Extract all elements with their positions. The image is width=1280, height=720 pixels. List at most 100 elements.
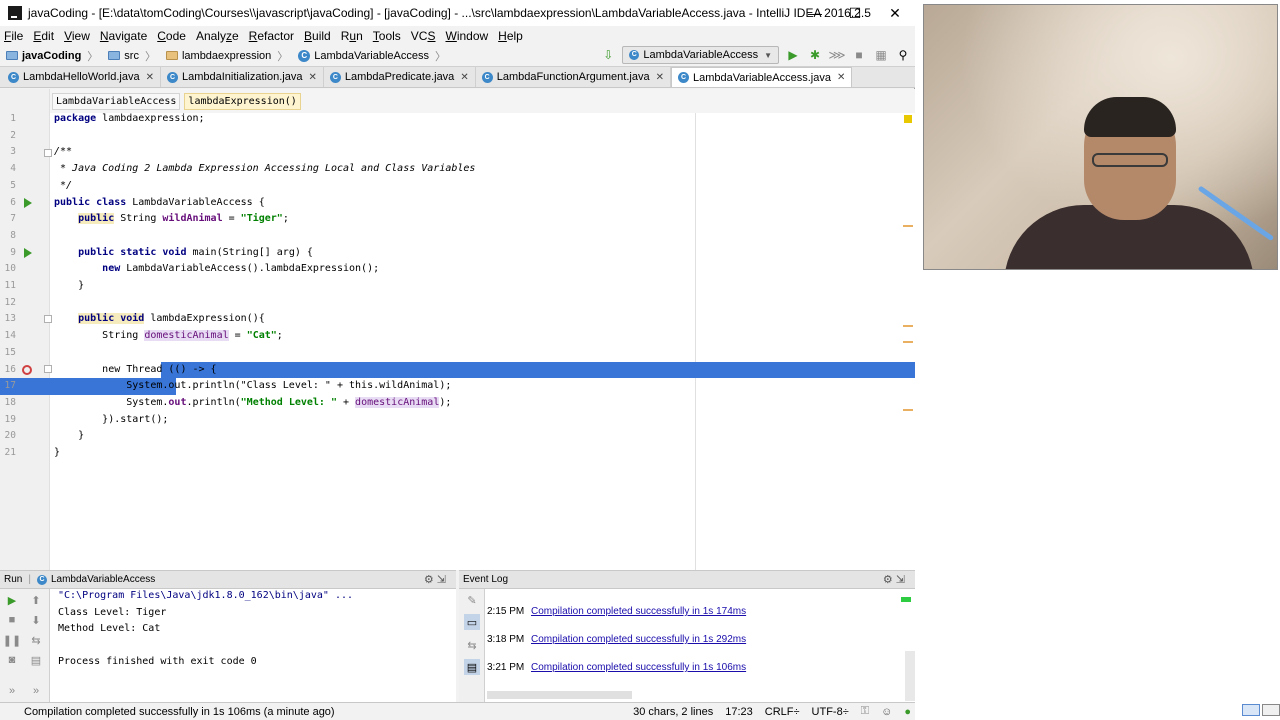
console-line: Class Level: Tiger: [58, 606, 167, 618]
event-log-icon[interactable]: ●: [904, 706, 911, 718]
menu-item[interactable]: Tools: [373, 29, 401, 43]
fold-icon[interactable]: [44, 365, 52, 373]
menu-item[interactable]: File: [4, 29, 23, 43]
breadcrumb-class[interactable]: C LambdaVariableAccess 〉: [292, 48, 450, 64]
error-stripe-mark[interactable]: [903, 409, 913, 411]
search-icon[interactable]: ⚲: [895, 47, 911, 63]
menu-item[interactable]: Build: [304, 29, 331, 43]
tab-label: LambdaVariableAccess.java: [692, 71, 831, 84]
file-encoding[interactable]: UTF-8÷: [812, 706, 849, 718]
caret-position[interactable]: 17:23: [725, 706, 753, 718]
fold-icon[interactable]: [44, 149, 52, 157]
close-tab-icon[interactable]: ✕: [146, 72, 154, 83]
editor-tab[interactable]: C LambdaPredicate.java ✕: [324, 67, 476, 87]
horizontal-scrollbar[interactable]: [487, 691, 632, 699]
editor-tab[interactable]: C LambdaFunctionArgument.java ✕: [476, 67, 671, 87]
expand-icon[interactable]: »: [4, 683, 20, 699]
code-line: 6 public class LambdaVariableAccess {: [10, 196, 265, 208]
line-separator[interactable]: CRLF÷: [765, 706, 800, 718]
code-line: 7 public String wildAnimal = "Tiger";: [10, 213, 289, 225]
editor-tab[interactable]: C LambdaInitialization.java ✕: [161, 67, 324, 87]
code-line: 15: [4, 346, 16, 358]
scroll-down-icon[interactable]: ⬇: [28, 612, 44, 628]
run-icon[interactable]: ▶: [785, 47, 801, 63]
editor-crumb-class[interactable]: LambdaVariableAccess: [52, 92, 181, 110]
minimize-button[interactable]: —: [795, 0, 835, 26]
close-tab-icon[interactable]: ✕: [308, 72, 316, 83]
balloon-icon[interactable]: ▭: [464, 614, 480, 630]
build-arrow-icon[interactable]: ⇩: [600, 47, 616, 63]
status-message: Compilation completed successfully in 1s…: [24, 705, 335, 718]
webcam-overlay: [923, 4, 1278, 270]
code-line: 8: [10, 229, 16, 241]
camera-icon[interactable]: ◙: [4, 652, 20, 668]
code-line: 9 public static void main(String[] arg) …: [10, 246, 313, 258]
menu-item[interactable]: Edit: [33, 29, 54, 43]
error-stripe-mark[interactable]: [903, 325, 913, 327]
close-tab-icon[interactable]: ✕: [656, 72, 664, 83]
breadcrumb-src[interactable]: src 〉: [102, 48, 160, 64]
editor-crumb-method[interactable]: lambdaExpression(): [184, 92, 301, 110]
tab-label: LambdaPredicate.java: [344, 71, 455, 83]
window-title: javaCoding - [E:\data\tomCoding\Courses\…: [28, 6, 871, 20]
menu-item[interactable]: Run: [341, 29, 363, 43]
close-tab-icon[interactable]: ✕: [460, 72, 468, 83]
gear-icon[interactable]: ⚙ ⇲: [424, 573, 446, 586]
filter-icon[interactable]: ▤: [464, 659, 480, 675]
maximize-button[interactable]: ☐: [835, 0, 875, 26]
intellij-icon: [8, 6, 22, 20]
rerun-icon[interactable]: ▶: [4, 592, 20, 608]
settings-icon[interactable]: ✎: [464, 592, 480, 608]
menu-item[interactable]: Refactor: [249, 29, 294, 43]
menu-item[interactable]: Navigate: [100, 29, 147, 43]
menu-item[interactable]: View: [64, 29, 90, 43]
breadcrumb-package[interactable]: lambdaexpression 〉: [160, 48, 292, 64]
event-log-link[interactable]: Compilation completed successfully in 1s…: [531, 606, 746, 617]
code-line: 4 * Java Coding 2 Lambda Expression Acce…: [10, 163, 476, 175]
soft-wrap-icon[interactable]: ⇆: [464, 637, 480, 653]
breadcrumb-project[interactable]: javaCoding 〉: [0, 48, 102, 64]
run-class-gutter-icon[interactable]: [24, 198, 34, 208]
code-editor[interactable]: LambdaVariableAccess lambdaExpression() …: [0, 89, 915, 570]
error-stripe-mark[interactable]: [903, 225, 913, 227]
menu-item[interactable]: VCS: [411, 29, 436, 43]
inspection-status-icon[interactable]: [904, 115, 912, 123]
event-log-link[interactable]: Compilation completed successfully in 1s…: [531, 634, 746, 645]
print-icon[interactable]: ▤: [28, 652, 44, 668]
run-main-gutter-icon[interactable]: [24, 248, 34, 258]
stop-icon[interactable]: ■: [851, 47, 867, 63]
soft-wrap-icon[interactable]: ⇆: [28, 632, 44, 648]
run-panel: Run | C LambdaVariableAccess ⚙ ⇲ ▶ ⬆ ■ ⬇…: [0, 570, 456, 703]
stop-icon[interactable]: ■: [4, 612, 20, 628]
hector-icon[interactable]: ☺: [881, 706, 892, 718]
run-panel-title: Run: [4, 574, 23, 585]
fold-icon[interactable]: [44, 315, 52, 323]
menu-item[interactable]: Analyze: [196, 29, 239, 43]
close-button[interactable]: ✕: [875, 0, 915, 26]
menu-item[interactable]: Code: [157, 29, 186, 43]
lambda-breakpoint-icon[interactable]: [22, 365, 32, 375]
menu-item[interactable]: Help: [498, 29, 523, 43]
menu-item[interactable]: Window: [445, 29, 488, 43]
event-log-entry: 3:18 PM Compilation completed successfull…: [487, 634, 747, 645]
coverage-icon[interactable]: ⋙: [828, 47, 845, 63]
window-tool-icon[interactable]: [1262, 704, 1280, 716]
run-panel-config[interactable]: LambdaVariableAccess: [51, 574, 155, 585]
error-stripe-mark[interactable]: [903, 341, 913, 343]
close-tab-icon[interactable]: ✕: [837, 72, 845, 83]
run-configuration-select[interactable]: C LambdaVariableAccess ▼: [622, 46, 779, 64]
pause-icon[interactable]: ❚❚: [3, 632, 21, 648]
more-icon[interactable]: »: [28, 683, 44, 699]
project-structure-icon[interactable]: ▦: [873, 47, 889, 63]
event-log-link[interactable]: Compilation completed successfully in 1s…: [531, 662, 746, 673]
screen-tool-icon[interactable]: [1242, 704, 1260, 716]
editor-tab[interactable]: C LambdaHelloWorld.java ✕: [2, 67, 161, 87]
lock-icon[interactable]: ⚿: [861, 705, 869, 718]
chevron-down-icon: ▼: [764, 50, 772, 60]
editor-tab[interactable]: C LambdaVariableAccess.java ✕: [670, 67, 853, 87]
scroll-up-icon[interactable]: ⬆: [28, 592, 44, 608]
debug-icon[interactable]: ✱: [807, 47, 823, 63]
gear-icon[interactable]: ⚙ ⇲: [883, 573, 905, 586]
event-log-entry: 2:15 PM Compilation completed successfull…: [487, 606, 747, 617]
scrollbar[interactable]: [905, 651, 915, 701]
